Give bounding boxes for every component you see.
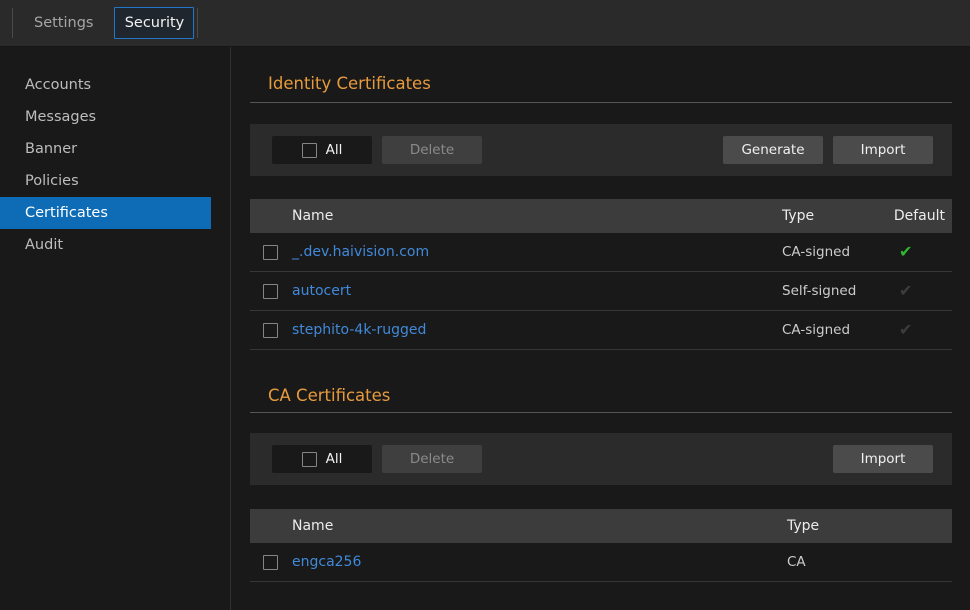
certificate-link[interactable]: autocert bbox=[292, 283, 351, 299]
delete-button[interactable]: Delete bbox=[382, 136, 482, 164]
section-divider bbox=[250, 412, 952, 413]
table-row: _.dev.haivision.com CA-signed ✔ bbox=[250, 233, 952, 272]
section-divider bbox=[250, 102, 952, 103]
select-all-button[interactable]: All bbox=[272, 136, 372, 164]
certificate-link[interactable]: engca256 bbox=[292, 554, 361, 570]
import-button[interactable]: Import bbox=[833, 136, 933, 164]
tab-settings[interactable]: Settings bbox=[13, 15, 114, 31]
sidebar-item-policies[interactable]: Policies bbox=[0, 165, 230, 197]
sidebar-item-banner[interactable]: Banner bbox=[0, 133, 230, 165]
default-check-icon[interactable]: ✔ bbox=[899, 281, 912, 300]
select-all-checkbox[interactable] bbox=[302, 143, 317, 158]
table-row: stephito-4k-rugged CA-signed ✔ bbox=[250, 311, 952, 350]
row-checkbox[interactable] bbox=[263, 323, 278, 338]
ca-certificates-title: CA Certificates bbox=[250, 385, 952, 407]
top-tab-bar: Settings Security bbox=[0, 0, 970, 47]
column-header-name: Name bbox=[292, 518, 787, 534]
settings-sidebar: Accounts Messages Banner Policies Certif… bbox=[0, 47, 231, 610]
ca-toolbar: All Delete Import bbox=[250, 433, 952, 485]
sidebar-item-audit[interactable]: Audit bbox=[0, 229, 230, 261]
tab-security[interactable]: Security bbox=[114, 7, 194, 39]
app-window: Settings Security Accounts Messages Bann… bbox=[0, 0, 970, 610]
certificate-type: CA-signed bbox=[782, 244, 887, 260]
table-row: autocert Self-signed ✔ bbox=[250, 272, 952, 311]
certificate-type: Self-signed bbox=[782, 283, 887, 299]
select-all-label: All bbox=[326, 142, 343, 158]
identity-toolbar: All Delete Generate Import bbox=[250, 124, 952, 176]
certificates-page: Identity Certificates All Delete Generat… bbox=[231, 47, 970, 610]
select-all-checkbox[interactable] bbox=[302, 452, 317, 467]
default-check-icon[interactable]: ✔ bbox=[899, 320, 912, 339]
identity-certificates-table: Name Type Default _.dev.haivision.com CA… bbox=[250, 199, 952, 350]
row-checkbox[interactable] bbox=[263, 245, 278, 260]
sidebar-item-messages[interactable]: Messages bbox=[0, 101, 230, 133]
certificate-link[interactable]: stephito-4k-rugged bbox=[292, 322, 426, 338]
delete-button[interactable]: Delete bbox=[382, 445, 482, 473]
column-header-type: Type bbox=[782, 208, 887, 224]
import-button[interactable]: Import bbox=[833, 445, 933, 473]
certificate-type: CA-signed bbox=[782, 322, 887, 338]
select-all-label: All bbox=[326, 451, 343, 467]
tab-bar-divider bbox=[197, 8, 198, 38]
select-all-button[interactable]: All bbox=[272, 445, 372, 473]
sidebar-item-certificates[interactable]: Certificates bbox=[0, 197, 211, 229]
generate-button[interactable]: Generate bbox=[723, 136, 823, 164]
certificate-link[interactable]: _.dev.haivision.com bbox=[292, 244, 429, 260]
column-header-name: Name bbox=[292, 208, 782, 224]
table-header-row: Name Type bbox=[250, 509, 952, 543]
table-row: engca256 CA bbox=[250, 543, 952, 582]
row-checkbox[interactable] bbox=[263, 284, 278, 299]
column-header-type: Type bbox=[787, 518, 952, 534]
sidebar-item-accounts[interactable]: Accounts bbox=[0, 69, 230, 101]
column-header-default: Default bbox=[887, 208, 952, 224]
identity-certificates-title: Identity Certificates bbox=[250, 73, 952, 95]
certificate-type: CA bbox=[787, 554, 952, 570]
ca-certificates-table: Name Type engca256 CA bbox=[250, 509, 952, 582]
row-checkbox[interactable] bbox=[263, 555, 278, 570]
default-check-icon[interactable]: ✔ bbox=[899, 242, 912, 261]
table-header-row: Name Type Default bbox=[250, 199, 952, 233]
